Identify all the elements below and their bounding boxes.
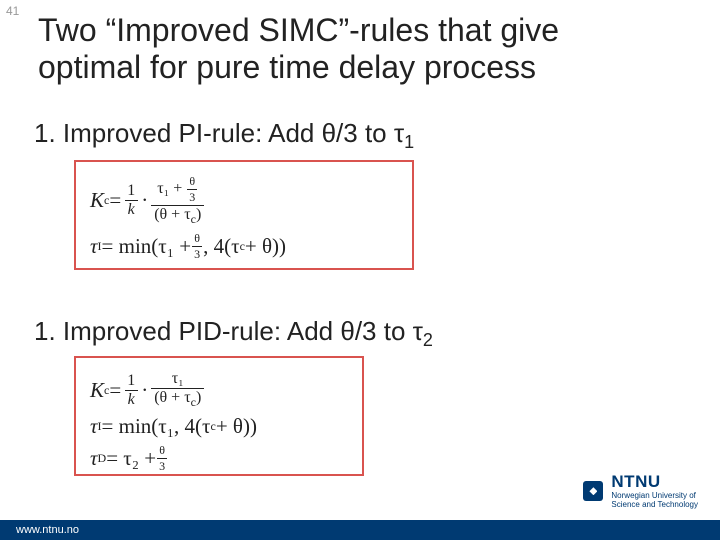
taui2: τ <box>90 414 98 439</box>
ntnu-logo: NTNU Norwegian University of Science and… <box>583 472 698 510</box>
title-line2: optimal for pure time delay process <box>38 49 536 85</box>
frac-main2: τ₁ (θ + τc) <box>151 370 204 410</box>
kc-var: K <box>90 188 104 213</box>
bullet-1: 1. Improved PI-rule: Add θ/3 to τ1 <box>34 118 414 153</box>
den-text: (θ + τ <box>154 206 190 223</box>
tdeq: = τ₂ + <box>106 446 156 471</box>
den2-text: (θ + τ <box>154 389 190 406</box>
pi-taui-row: τI = min(τ₁ + θ3, 4(τc + θ)) <box>90 231 398 262</box>
ntnu-mark-icon <box>583 481 603 501</box>
min2-tail: + θ)) <box>216 414 257 439</box>
page-title: Two “Improved SIMC”-rules that give opti… <box>38 12 680 86</box>
num-text: τ₁ + <box>157 180 186 197</box>
ntnu-big: NTNU <box>611 472 698 492</box>
item2-prefix: 1. Improved PID-rule: Add <box>34 316 340 346</box>
eq-sign: = <box>109 188 121 213</box>
ntnu-logo-text: NTNU Norwegian University of Science and… <box>611 472 698 510</box>
min-mid: , 4(τ <box>203 234 239 259</box>
pid-taud-row: τD = τ₂ + θ3 <box>90 443 348 474</box>
frac-main: τ₁ + θ3 (θ + τc) <box>151 174 204 227</box>
footer-bar: www.ntnu.no <box>0 520 720 540</box>
th: θ <box>187 174 197 189</box>
den-tail: ) <box>196 206 201 223</box>
ntnu-l2: Science and Technology <box>611 501 698 510</box>
den-k: k <box>125 200 138 219</box>
dot: · <box>141 188 148 213</box>
taud-sub: D <box>98 451 107 466</box>
frac-1k: 1 k <box>124 182 138 219</box>
title-line1: Two “Improved SIMC”-rules that give <box>38 12 559 48</box>
min-pre: = min(τ₁ + <box>102 234 192 259</box>
thr: 3 <box>187 189 197 205</box>
bullet-2: 1. Improved PID-rule: Add θ/3 to τ2 <box>34 316 433 351</box>
item1-prefix: 1. Improved PI-rule: Add <box>34 118 322 148</box>
pi-kc-row: Kc = 1 k · τ₁ + θ3 (θ + τc) <box>90 174 398 227</box>
smfrac-1: θ3 <box>187 174 197 205</box>
item2-expr: θ/3 to τ <box>340 316 423 346</box>
den-main: (θ + τc) <box>151 205 204 227</box>
item1-sub: 1 <box>404 132 414 152</box>
taud: τ <box>90 446 98 471</box>
pid-kc-row: Kc = 1 k · τ₁ (θ + τc) <box>90 370 348 410</box>
num2: τ₁ <box>169 370 187 388</box>
footer-url: www.ntnu.no <box>16 524 79 536</box>
th2: θ <box>192 231 202 246</box>
eq2: = <box>109 378 121 403</box>
den2: (θ + τc) <box>151 388 204 410</box>
one2: 1 <box>124 372 138 390</box>
num-main: τ₁ + θ3 <box>154 174 201 205</box>
slide-number: 41 <box>6 4 19 18</box>
dot2: · <box>141 378 148 403</box>
formula-box-pid: Kc = 1 k · τ₁ (θ + τc) τI = min(τ₁, 4(τc… <box>74 356 364 476</box>
taui-var: τ <box>90 234 98 259</box>
item1-expr: θ/3 to τ <box>322 118 405 148</box>
thr2: 3 <box>192 246 202 262</box>
item2-sub: 2 <box>423 330 433 350</box>
formula-box-pi: Kc = 1 k · τ₁ + θ3 (θ + τc) τI = min(τ₁ … <box>74 160 414 270</box>
pid-taui-row: τI = min(τ₁, 4(τc + θ)) <box>90 414 348 439</box>
kc2-var: K <box>90 378 104 403</box>
k2: k <box>125 390 138 409</box>
frac-1k2: 1 k <box>124 372 138 409</box>
smfrac-3: θ3 <box>157 443 167 474</box>
den2-tail: ) <box>196 389 201 406</box>
th3: θ <box>157 443 167 458</box>
num-1: 1 <box>124 182 138 200</box>
thr3: 3 <box>157 458 167 474</box>
min-tail: + θ)) <box>245 234 286 259</box>
min2: = min(τ₁, 4(τ <box>102 414 211 439</box>
smfrac-2: θ3 <box>192 231 202 262</box>
